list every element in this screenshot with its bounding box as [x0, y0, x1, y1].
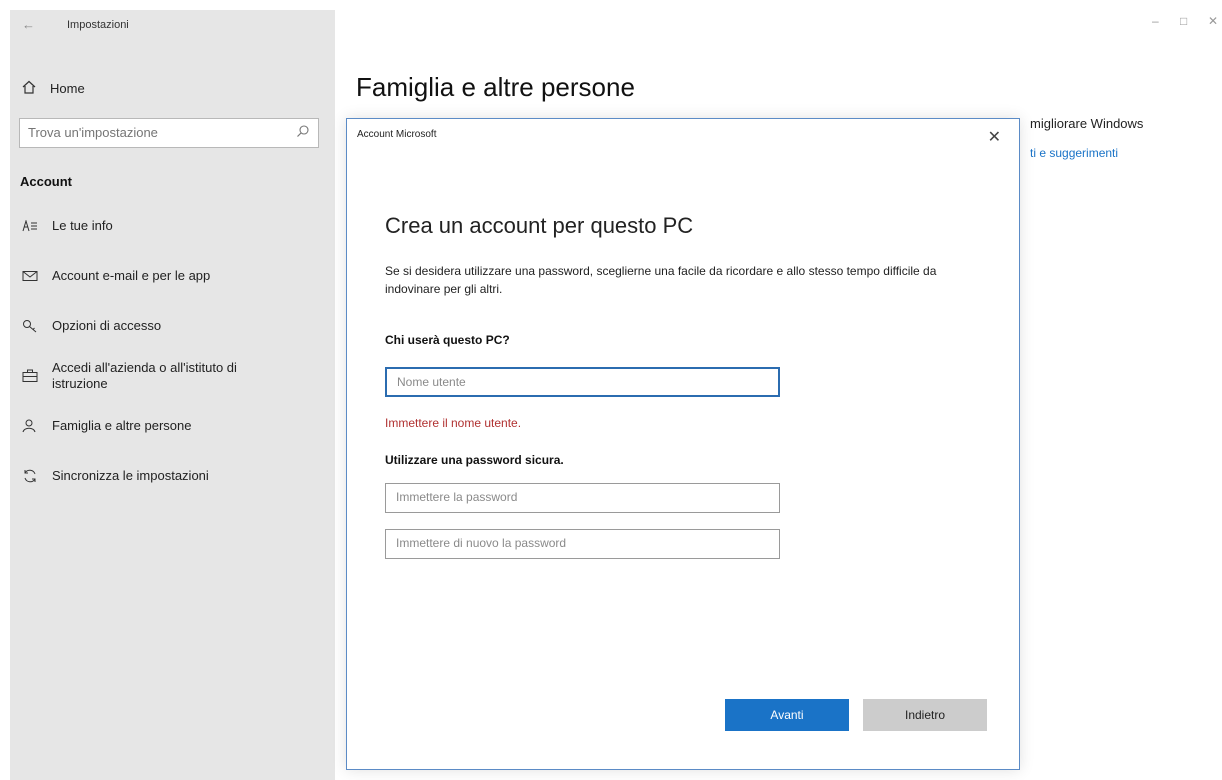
sidebar-item-email-accounts[interactable]: Account e-mail e per le app — [22, 268, 322, 284]
sidebar: ← Impostazioni Home Account Le tue info … — [10, 10, 335, 780]
username-error: Immettere il nome utente. — [385, 416, 522, 430]
username-question: Chi userà questo PC? — [385, 333, 510, 347]
title-bar: ← Impostazioni — [10, 10, 335, 40]
dialog-heading: Crea un account per questo PC — [385, 213, 694, 238]
password-confirm-field[interactable] — [385, 529, 786, 559]
username-input[interactable] — [387, 369, 787, 395]
password-heading: Utilizzare una password sicura. — [385, 453, 564, 467]
next-button[interactable]: Avanti — [725, 699, 849, 731]
people-icon — [22, 419, 38, 433]
sidebar-item-label: Opzioni di accesso — [52, 318, 162, 333]
sidebar-item-your-info[interactable]: Le tue info — [22, 218, 322, 234]
sidebar-item-sign-in-options[interactable]: Opzioni di accesso — [22, 318, 322, 334]
page-title: Famiglia e altre persone — [356, 72, 635, 102]
dialog-description: Se si desidera utilizzare una password, … — [385, 264, 937, 296]
password-input[interactable] — [386, 484, 786, 510]
create-account-dialog: Account Microsoft ✕ Crea un account per … — [346, 118, 1020, 770]
password-field[interactable] — [385, 483, 786, 513]
key-icon — [22, 319, 38, 333]
sidebar-item-sync-settings[interactable]: Sincronizza le impostazioni — [22, 468, 322, 484]
section-label-account: Account — [20, 174, 72, 189]
dialog-title: Account Microsoft — [357, 129, 437, 140]
nav-home[interactable]: Home — [22, 80, 85, 97]
sidebar-item-label: Le tue info — [52, 218, 113, 233]
sidebar-item-family[interactable]: Famiglia e altre persone — [22, 418, 322, 434]
sidebar-item-label: Sincronizza le impostazioni — [52, 468, 209, 483]
tips-link[interactable]: ti e suggerimenti — [1030, 146, 1118, 160]
maximize-icon[interactable]: □ — [1180, 14, 1187, 28]
back-arrow-icon[interactable]: ← — [22, 17, 35, 32]
person-info-icon — [22, 220, 38, 232]
sidebar-item-label: Famiglia e altre persone — [52, 418, 192, 433]
search-field[interactable] — [19, 118, 319, 148]
minimize-icon[interactable]: – — [1152, 14, 1159, 28]
sidebar-item-label: Accedi all'azienda o all'istituto di ist… — [52, 360, 237, 391]
briefcase-icon — [22, 369, 38, 383]
help-text: migliorare Windows — [1030, 116, 1144, 131]
sidebar-item-work-school[interactable]: Accedi all'azienda o all'istituto di ist… — [22, 360, 322, 392]
search-input[interactable] — [20, 119, 286, 145]
back-button[interactable]: Indietro — [863, 699, 987, 731]
username-field[interactable] — [385, 367, 787, 397]
app-title: Impostazioni — [67, 19, 129, 31]
close-window-icon[interactable]: ✕ — [1208, 14, 1218, 28]
mail-icon — [22, 270, 38, 282]
home-icon — [22, 80, 36, 97]
password-confirm-input[interactable] — [386, 530, 786, 556]
sync-icon — [22, 468, 38, 484]
close-icon[interactable]: ✕ — [988, 127, 1001, 147]
sidebar-item-label: Account e-mail e per le app — [52, 268, 211, 283]
home-label: Home — [50, 81, 85, 96]
search-icon[interactable] — [296, 124, 310, 143]
